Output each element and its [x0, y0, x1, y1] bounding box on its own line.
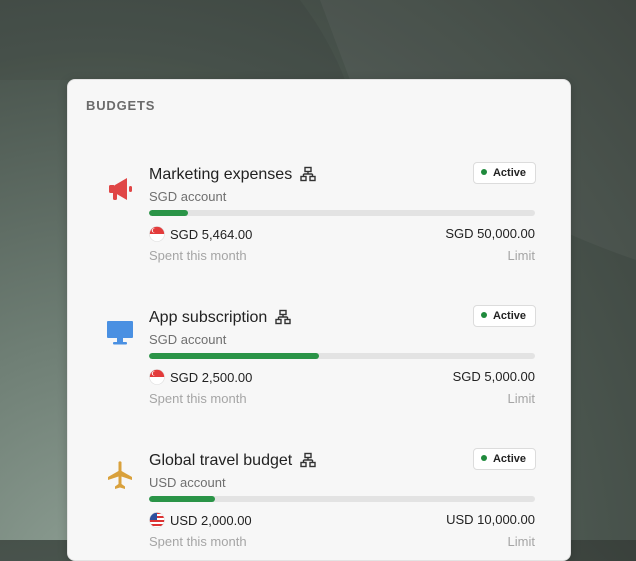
spent-amount: USD 2,000.00	[149, 512, 252, 528]
hierarchy-icon	[275, 309, 291, 325]
status-badge: Active	[472, 305, 536, 327]
megaphone-icon	[109, 178, 132, 200]
status-badge: Active	[472, 448, 536, 470]
budget-name: App subscription	[149, 309, 291, 327]
budget-name: Marketing expenses	[149, 166, 316, 184]
progress-fill	[149, 210, 188, 216]
limit-caption: Limit	[507, 248, 535, 263]
budget-name-text: Marketing expenses	[149, 166, 293, 183]
progress-track	[149, 353, 535, 359]
spent-amount: SGD 5,464.00	[149, 226, 252, 242]
limit-amount: SGD 5,000.00	[452, 369, 535, 384]
airplane-icon	[108, 461, 132, 489]
singapore-flag-icon	[149, 226, 165, 242]
limit-caption: Limit	[507, 391, 535, 406]
status-text: Active	[492, 453, 526, 465]
spent-text: SGD 2,500.00	[170, 370, 253, 385]
us-flag-icon	[149, 512, 165, 528]
account-label: USD account	[149, 475, 226, 490]
account-label: SGD account	[149, 332, 227, 347]
progress-track	[149, 496, 535, 502]
limit-amount: SGD 50,000.00	[445, 226, 535, 241]
budget-item-global-travel[interactable]: Global travel budget USD account Active …	[68, 441, 570, 560]
status-dot	[480, 169, 487, 175]
spent-amount: SGD 2,500.00	[149, 369, 252, 385]
hierarchy-icon	[300, 166, 316, 182]
progress-fill	[149, 496, 215, 502]
budget-name: Global travel budget	[149, 452, 316, 470]
status-badge: Active	[472, 162, 536, 184]
monitor-icon	[107, 321, 133, 345]
singapore-flag-icon	[149, 369, 165, 385]
hierarchy-icon	[300, 452, 316, 468]
spent-text: USD 2,000.00	[170, 513, 252, 528]
progress-fill	[149, 353, 319, 359]
spent-caption: Spent this month	[149, 248, 247, 263]
budget-name-text: Global travel budget	[149, 452, 293, 469]
spent-caption: Spent this month	[149, 534, 247, 549]
budget-name-text: App subscription	[149, 309, 268, 326]
spent-caption: Spent this month	[149, 391, 247, 406]
status-text: Active	[492, 310, 526, 322]
spent-text: SGD 5,464.00	[170, 227, 253, 242]
status-dot	[480, 455, 487, 461]
limit-amount: USD 10,000.00	[446, 512, 535, 527]
card-title: BUDGETS	[86, 98, 156, 113]
account-label: SGD account	[149, 189, 227, 204]
budget-item-app-subscription[interactable]: App subscription SGD account Active SGD …	[68, 298, 570, 438]
status-dot	[480, 312, 487, 318]
budget-item-marketing[interactable]: Marketing expenses SGD account Active SG…	[68, 155, 570, 295]
limit-caption: Limit	[507, 534, 535, 549]
status-text: Active	[492, 167, 526, 179]
budgets-card: BUDGETS Marketing expenses SGD account A…	[67, 79, 571, 561]
progress-track	[149, 210, 535, 216]
